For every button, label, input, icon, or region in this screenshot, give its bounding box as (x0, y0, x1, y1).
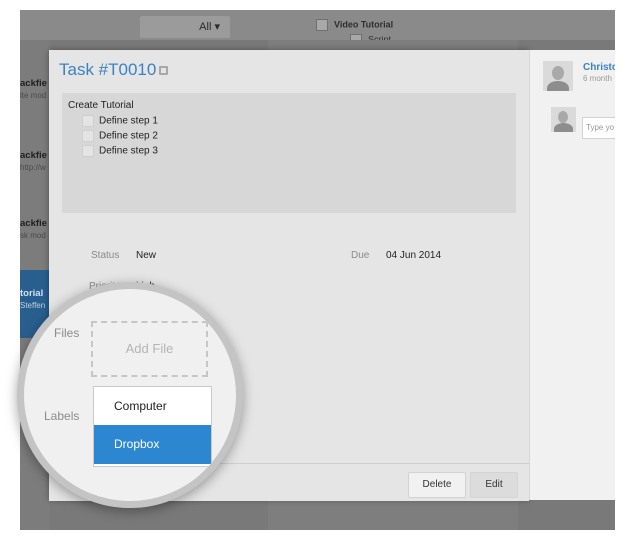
due-label: Due (351, 250, 370, 261)
background-task-card: ackfie http://w (20, 150, 50, 174)
labels-dropdown[interactable]: Computer Dropbox (93, 386, 212, 467)
task-description[interactable]: Create Tutorial Define step 1 Define ste… (62, 93, 516, 213)
avatar (551, 107, 576, 132)
filter-select-value: All (199, 21, 212, 33)
due-value[interactable]: 04 Jun 2014 (386, 250, 441, 261)
task-card-subtitle: ite mod (20, 91, 47, 100)
background-task-card: ackfie ite mod (20, 78, 50, 102)
status-value[interactable]: New (136, 250, 156, 261)
step-label: Define step 1 (99, 115, 158, 127)
label-option-computer[interactable]: Computer (94, 387, 211, 425)
description-title: Create Tutorial (68, 100, 134, 111)
task-card-subtitle: http://w (20, 163, 46, 172)
task-card-title: ackfie (20, 78, 47, 89)
step-label: Define step 3 (99, 145, 158, 157)
checklist-step[interactable]: Define step 3 (82, 145, 158, 157)
delete-button[interactable]: Delete (408, 472, 466, 498)
avatar (543, 61, 573, 91)
comment-time: 6 month (583, 74, 612, 83)
status-label: Status (91, 250, 120, 261)
comment-input[interactable]: Type yo (582, 117, 615, 139)
checkbox-icon[interactable] (82, 145, 94, 157)
chevron-down-icon: ▾ (214, 21, 220, 33)
step-label: Define step 2 (99, 130, 158, 142)
edit-button[interactable]: Edit (470, 472, 518, 498)
filter-select[interactable]: All ▾ (140, 16, 230, 38)
copy-icon[interactable] (159, 66, 168, 75)
add-file-dropzone[interactable]: Add File (91, 321, 208, 377)
comments-panel: Christo 6 month Type yo (529, 50, 615, 500)
checklist-step[interactable]: Define step 2 (82, 130, 158, 142)
checkbox-icon (316, 19, 328, 31)
checklist-step[interactable]: Define step 1 (82, 115, 158, 127)
checkbox-icon[interactable] (82, 130, 94, 142)
background-task-card: ackfie sk mod (20, 218, 50, 242)
magnifier-lens: Files Add File Labels Computer Dropbox (17, 282, 243, 508)
background-checklist-item: Video Tutorial (316, 19, 393, 31)
task-card-subtitle: sk mod (20, 231, 46, 240)
label-option-dropbox[interactable]: Dropbox (94, 425, 211, 464)
checklist-item-label: Video Tutorial (334, 19, 394, 30)
task-card-title: ackfie (20, 150, 47, 161)
modal-title: Task #T0010 (59, 60, 157, 79)
checkbox-icon[interactable] (82, 115, 94, 127)
files-label: Files (54, 326, 80, 340)
task-card-title: ackfie (20, 218, 47, 229)
labels-label: Labels (44, 409, 80, 423)
comment-author[interactable]: Christo (583, 62, 615, 73)
